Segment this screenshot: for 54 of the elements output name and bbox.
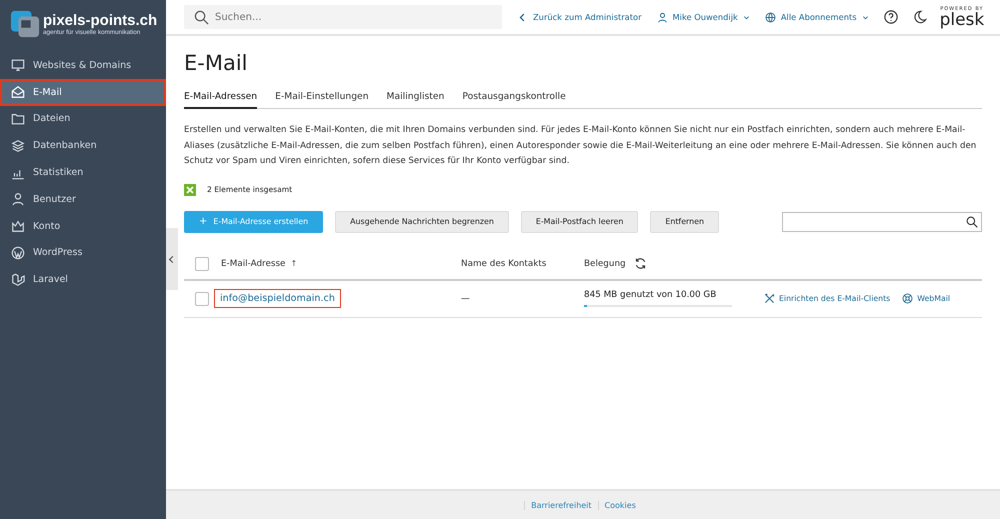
column-header: Name des Kontakts	[461, 258, 548, 268]
tab[interactable]: Postausgangskontrolle	[462, 91, 566, 109]
moon-icon[interactable]	[912, 10, 927, 24]
back-link[interactable]: Zurück zum Administrator	[517, 12, 642, 22]
brand-name: pixels-points.ch	[43, 12, 158, 28]
monitor-icon	[11, 58, 25, 72]
page-title: E-Mail	[184, 51, 249, 75]
column-header[interactable]: E-Mail-Adresse	[221, 258, 286, 268]
user-icon	[656, 12, 668, 22]
footer-link[interactable]: Cookies	[598, 500, 642, 510]
sidebar-item[interactable]: Datenbanken	[0, 132, 166, 160]
sidebar-item[interactable]: Laravel	[0, 266, 166, 294]
user-icon	[11, 192, 25, 206]
tools-icon	[764, 293, 775, 304]
column-header: Belegung	[584, 258, 626, 268]
list-search-field[interactable]	[782, 212, 982, 232]
row-checkbox[interactable]	[195, 292, 209, 306]
caret-icon	[862, 14, 869, 20]
sidebar-item[interactable]: Benutzer	[0, 186, 166, 213]
sidebar-item[interactable]: Konto	[0, 212, 166, 240]
envelope-icon	[11, 85, 25, 100]
layers-icon	[11, 138, 25, 153]
logo-icon	[10, 9, 40, 39]
table-cell-text: —	[461, 294, 471, 304]
subscription-menu[interactable]: Alle Abonnements	[764, 12, 869, 22]
search-field[interactable]: Suchen...	[184, 5, 502, 29]
crown-icon	[11, 219, 25, 234]
plesk-logo: plesk	[940, 12, 984, 28]
sort-arrow-icon: ↑	[290, 259, 298, 268]
usage-text: 845 MB genutzt von 10.00 GB	[584, 290, 716, 300]
email-link[interactable]: info@beispieldomain.ch	[215, 290, 340, 307]
tab[interactable]: Mailinglisten	[386, 91, 444, 109]
laravel-icon	[11, 272, 25, 287]
sidebar-item[interactable]: Websites & Domains	[0, 52, 166, 79]
sidebar-item[interactable]: E-Mail	[0, 78, 166, 106]
sidebar-item[interactable]: WordPress	[0, 240, 166, 266]
collapse-handle[interactable]	[166, 228, 178, 290]
tab[interactable]: E-Mail-Adressen	[184, 91, 258, 109]
tab[interactable]: E-Mail-Einstellungen	[275, 91, 369, 109]
sidebar-item[interactable]: Statistiken	[0, 159, 166, 186]
folder-icon	[11, 112, 25, 126]
refresh-icon[interactable]	[634, 257, 647, 270]
globe-icon	[764, 12, 776, 22]
description-text: Erstellen und verwalten Sie E-Mail-Konten, die mit Ihren Domains verbunden sind. Für jedes E-Mail-Konto können Sie nicht nur ein Postfach einrichten, sondern auch mehrere E-Mail-Aliases (zusätzliche E-Mail-Adressen, die zum selben Postfach führen), einen Autoresponder sowie die E-Mail-Weiterleitung an eine oder mehrere E-Mail-Adressen. Sie können auch den Schutz vor Spam und Viren einrichten, sofern diese Services für Ihr Konto verfügbar sind.	[184, 124, 978, 168]
user-menu[interactable]: Mike Ouwendijk	[656, 12, 750, 22]
search-icon	[966, 216, 978, 228]
select-all-checkbox[interactable]	[195, 256, 209, 270]
sidebar-item[interactable]: Dateien	[0, 106, 166, 132]
footer-link[interactable]: Barrierefreiheit	[524, 500, 598, 510]
wordpress-icon	[11, 246, 25, 260]
spreadsheet-icon	[184, 184, 196, 196]
caret-icon	[742, 14, 750, 20]
help-icon[interactable]	[884, 10, 898, 24]
lifebuoy-icon	[902, 293, 914, 304]
